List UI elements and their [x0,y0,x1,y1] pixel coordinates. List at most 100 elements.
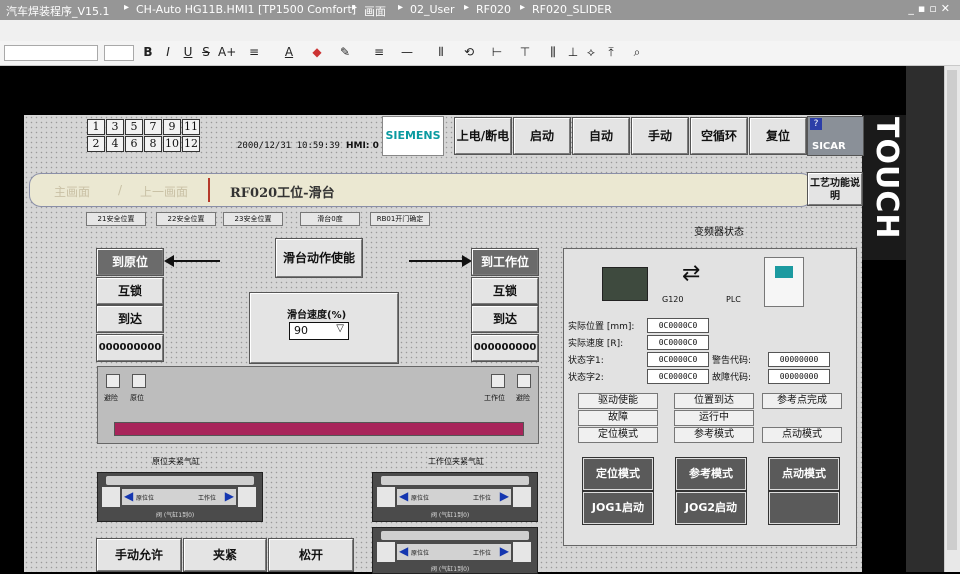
home-interlock-button[interactable]: 互锁 [97,278,163,304]
fault-code-value: 00000000 [768,369,830,384]
home-arrive-button[interactable]: 到达 [97,306,163,332]
indicator-lamp [106,374,120,388]
breadcrumb-item-screen[interactable]: RF020_SLIDER [532,3,612,16]
speed-value: 90 [294,324,308,337]
fill-color-button[interactable]: ◆ [310,44,324,60]
align-top-icon[interactable]: ⊤ [518,44,532,60]
screen-number[interactable]: 3 [106,119,124,135]
screen-number[interactable]: 5 [125,119,143,135]
font-size-field[interactable] [104,45,134,61]
screen-number[interactable]: 1 [87,119,105,135]
safety-position-23: 23安全位置 [223,212,283,226]
status-fault: 故障 [578,410,658,426]
chevron-down-icon[interactable]: ▽ [336,323,344,334]
breadcrumb-item-group[interactable]: RF020 [476,3,511,16]
process-info-button[interactable]: 工艺功能说明 [808,173,862,205]
distribute-icon[interactable]: ⫼ [546,44,560,60]
arrow-left-icon: ◀ [399,489,409,503]
italic-button[interactable]: I [162,44,174,60]
font-size-up-button[interactable]: A+ [218,44,236,60]
screen-number[interactable]: 7 [144,119,162,135]
door-open-confirm: RB01开门确定 [370,212,430,226]
status-reference-done: 参考点完成 [762,393,842,409]
arrow-right-icon [462,255,472,267]
prev-screen-link[interactable]: 上一画面 [140,183,188,200]
breadcrumb-item-folder[interactable]: 02_User [410,3,455,16]
to-work-button[interactable]: 到工作位 [472,249,538,275]
manual-button[interactable]: 手动 [632,118,688,154]
jog1-start-button[interactable]: JOG1启动 [583,492,653,524]
open-button[interactable]: 松开 [269,539,353,571]
screen-number[interactable]: 2 [87,136,105,152]
jog2-start-button[interactable]: JOG2启动 [676,492,746,524]
clamp-button[interactable]: 夹紧 [184,539,266,571]
work-interlock-button[interactable]: 互锁 [472,278,538,304]
cylinder-end [513,487,531,507]
plc-image [764,257,804,307]
line-color-button[interactable]: ✎ [338,44,352,60]
screen-number[interactable]: 4 [106,136,124,152]
reference-mode-button[interactable]: 参考模式 [676,458,746,490]
reset-button[interactable]: 复位 [750,118,806,154]
underline-button[interactable]: U [182,44,194,60]
siemens-logo: SIEMENS [382,116,444,156]
chevron-right-icon: ▸ [124,2,130,13]
page-title: RF020工位-滑台 [230,186,335,201]
manual-allow-button[interactable]: 手动允许 [97,539,181,571]
status-reference-mode: 参考模式 [674,427,754,443]
datetime-display: 2000/12/31 10:59:39 [237,141,340,151]
screen-number[interactable]: 12 [182,136,200,152]
cylinder-end [238,487,256,507]
cylinder-sensor-bar [381,531,529,540]
arrow-left-line [168,260,220,262]
jog-mode-button[interactable]: 点动模式 [769,458,839,490]
sicar-logo[interactable]: ? SICAR [807,116,864,156]
bring-front-icon[interactable]: ⤒ [604,44,618,60]
status-running: 运行中 [674,410,754,426]
align-center-icon[interactable]: ⊢ [490,44,504,60]
hmi-status: HMI: 0 [346,141,379,151]
bold-button[interactable]: B [142,44,154,60]
screen-number[interactable]: 9 [163,119,181,135]
speed-select[interactable]: 90 ▽ [289,322,349,340]
cylinder-left: ◀ 原位位 工作位 ▶ 阀 (气缸1到0) [97,472,263,522]
power-button[interactable]: 上电/断电 [455,118,511,154]
help-icon[interactable]: ? [810,118,822,130]
cylinder-sensor-bar [381,476,529,485]
align-bottom-icon[interactable]: ⊥ [566,44,580,60]
window-controls[interactable]: _▪▫✕ [908,2,954,15]
strikethrough-button[interactable]: S [200,44,212,60]
font-name-field[interactable] [4,45,98,61]
screen-number[interactable]: 6 [125,136,143,152]
cylinder-end [102,487,120,507]
slide-enable-button[interactable]: 滑台动作使能 [276,239,362,277]
group-icon[interactable]: ⟡ [584,44,598,60]
blank-button[interactable] [769,492,839,524]
scrollbar-thumb[interactable] [947,70,957,550]
actual-position-label: 实际位置 [mm]: [568,322,635,332]
breadcrumb-item-project[interactable]: 汽车焊装程序_V15.1 [6,3,110,19]
to-home-button[interactable]: 到原位 [97,249,163,275]
screen-number[interactable]: 8 [144,136,162,152]
main-screen-link[interactable]: 主画面 [54,183,90,200]
breadcrumb-item-device[interactable]: CH-Auto HG11B.HMI1 [TP1500 Comfort] [136,3,356,16]
start-button[interactable]: 启动 [514,118,570,154]
work-arrive-button[interactable]: 到达 [472,306,538,332]
screen-number[interactable]: 10 [163,136,181,152]
font-color-button[interactable]: A [282,44,296,60]
indicator-lamp [517,374,531,388]
speed-panel: 滑台速度(%) 90 ▽ [250,293,398,363]
cylinder-note: 阀 (气缸1到0) [156,512,195,519]
auto-button[interactable]: 自动 [573,118,629,154]
rotate-icon[interactable]: ⟲ [462,44,476,60]
align-left-icon[interactable]: ⫴ [434,44,448,60]
positioning-mode-button[interactable]: 定位模式 [583,458,653,490]
cylinder-body: ◀ 原位位 工作位 ▶ [122,489,236,505]
screen-number[interactable]: 11 [182,119,200,135]
align-button[interactable]: ≡ [246,44,262,60]
breadcrumb-item-screens[interactable]: 画面 [364,3,386,19]
zoom-icon[interactable]: ⌕ [630,44,644,60]
line-width-button[interactable]: — [400,44,414,60]
dry-cycle-button[interactable]: 空循环 [691,118,747,154]
line-style-button[interactable]: ≡ [372,44,386,60]
